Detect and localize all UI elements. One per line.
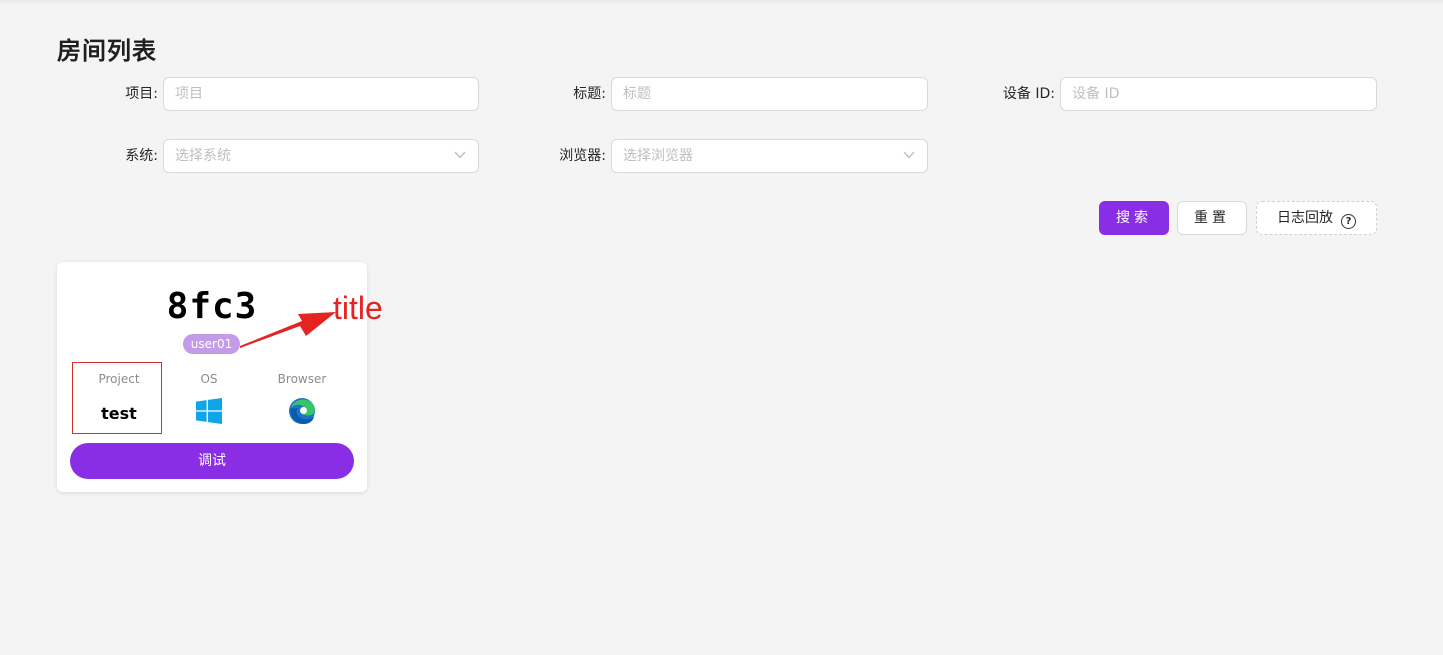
browser-meta-label: Browser — [277, 372, 327, 386]
title-label: 标题: — [573, 86, 606, 102]
browser-label: 浏览器: — [559, 148, 606, 164]
device-id-input-field[interactable] — [1072, 78, 1376, 110]
os-select[interactable]: 选择系统 — [163, 139, 479, 173]
browser-select[interactable]: 选择浏览器 — [611, 139, 928, 173]
os-select-placeholder: 选择系统 — [175, 148, 231, 164]
edge-icon — [289, 398, 315, 424]
chevron-down-icon — [903, 151, 915, 159]
user-badge: user01 — [183, 334, 240, 354]
log-replay-button[interactable]: 日志回放? — [1256, 201, 1377, 235]
page-title: 房间列表 — [57, 37, 157, 65]
project-label: 项目: — [125, 86, 158, 102]
chevron-down-icon — [454, 151, 466, 159]
room-card[interactable]: 8fc3 user01 Project test OS Browser 调试 — [57, 262, 367, 492]
debug-button[interactable]: 调试 — [70, 443, 354, 479]
title-input[interactable] — [611, 77, 928, 111]
annotation-arrow — [240, 312, 336, 348]
search-button[interactable]: 搜索 — [1099, 201, 1169, 235]
os-label: 系统: — [125, 148, 158, 164]
project-input-field[interactable] — [175, 78, 478, 110]
device-id-label: 设备 ID: — [1002, 86, 1055, 102]
reset-button[interactable]: 重置 — [1177, 201, 1247, 235]
windows-icon — [196, 398, 222, 424]
browser-select-placeholder: 选择浏览器 — [623, 148, 693, 164]
question-circle-icon[interactable]: ? — [1341, 214, 1356, 229]
device-id-input[interactable] — [1060, 77, 1377, 111]
top-shadow — [0, 0, 1443, 4]
project-meta-value: test — [101, 404, 137, 423]
annotation-title-text: title — [333, 290, 383, 326]
log-replay-label: 日志回放 — [1277, 210, 1333, 226]
project-meta-label: Project — [98, 372, 140, 386]
project-input[interactable] — [163, 77, 479, 111]
title-input-field[interactable] — [623, 78, 927, 110]
os-meta-label: OS — [200, 372, 218, 386]
